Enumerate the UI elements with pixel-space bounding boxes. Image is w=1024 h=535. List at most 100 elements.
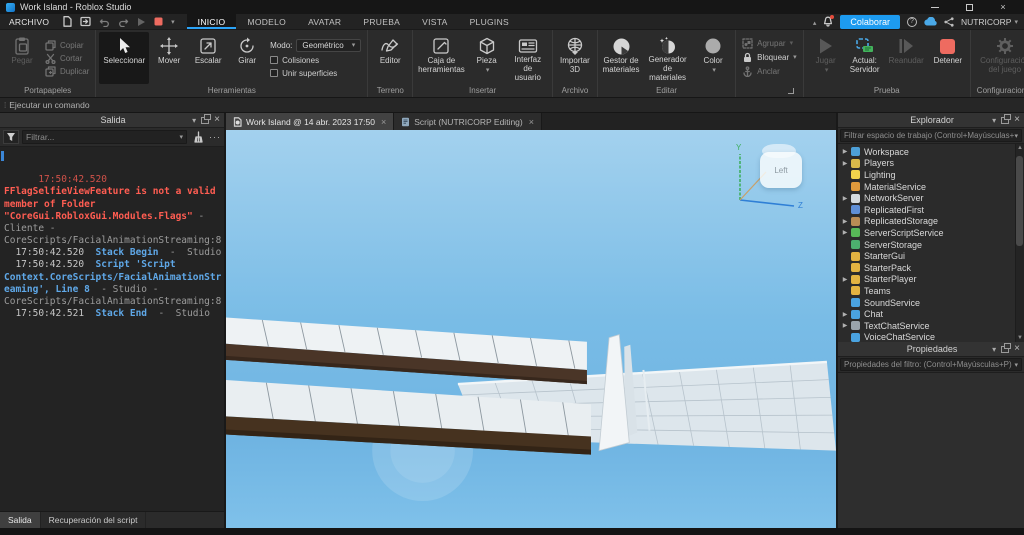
minimize-button[interactable] [918, 0, 952, 14]
collaborate-button[interactable]: Colaborar [840, 14, 900, 29]
quick-stop-button[interactable] [150, 14, 167, 29]
material-generator-button[interactable]: Generador de materiales [642, 32, 693, 84]
properties-filter-field[interactable]: ▾ [840, 358, 1022, 371]
copy-button[interactable]: Copiar [45, 39, 89, 51]
explorer-item[interactable]: SoundService [840, 297, 1014, 309]
explorer-item[interactable]: ReplicatedFirst [840, 204, 1014, 216]
cloud-sync-button[interactable] [924, 17, 937, 26]
quick-access-dropdown[interactable]: ▾ [167, 14, 179, 29]
ribbon-tab[interactable]: MODELO [236, 14, 297, 29]
place-tab[interactable]: Work Island @ 14 abr. 2023 17:50 × [226, 113, 395, 130]
redo-button[interactable] [114, 14, 133, 29]
duplicate-button[interactable]: Duplicar [45, 65, 89, 77]
scroll-up-icon[interactable]: ▲ [1017, 145, 1023, 151]
explorer-item[interactable]: VoiceChatService [840, 332, 1014, 342]
float-panel-icon[interactable] [1001, 342, 1012, 353]
dialog-launcher-icon[interactable] [787, 88, 794, 94]
explorer-item[interactable]: Teams [840, 285, 1014, 297]
explorer-item[interactable]: StarterPack [840, 262, 1014, 274]
cut-button[interactable]: Cortar [45, 53, 89, 64]
current-server-button[interactable]: Actual: Servidor [846, 32, 884, 84]
explorer-item[interactable]: ▶ StarterPlayer [840, 274, 1014, 286]
part-button[interactable]: Pieza ▾ [468, 32, 506, 84]
explorer-item[interactable]: ▶ NetworkServer [840, 192, 1014, 204]
output-menu-button[interactable]: ··· [209, 132, 221, 142]
stop-button[interactable]: Detener [929, 32, 967, 84]
close-icon[interactable]: × [214, 115, 220, 125]
expand-arrow-icon[interactable]: ▶ [840, 148, 850, 155]
expand-arrow-icon[interactable]: ▶ [840, 311, 850, 318]
chevron-down-icon[interactable]: ▾ [992, 345, 996, 354]
ribbon-tab[interactable]: PRUEBA [352, 14, 411, 29]
color-button[interactable]: Color ▾ [694, 32, 732, 84]
join-surfaces-checkbox[interactable]: Unir superficies [270, 69, 361, 78]
explorer-item[interactable]: ▶ Players [840, 158, 1014, 170]
output-filter-input[interactable] [26, 132, 180, 142]
panel-tab[interactable]: Recuperación del script [41, 512, 147, 528]
close-tab-icon[interactable]: × [529, 117, 534, 127]
expand-arrow-icon[interactable]: ▶ [840, 218, 850, 225]
collisions-checkbox[interactable]: Colisiones [270, 56, 361, 65]
open-place-button[interactable] [76, 14, 95, 29]
explorer-item[interactable]: ServerStorage [840, 239, 1014, 251]
share-button[interactable] [944, 16, 954, 27]
scroll-down-icon[interactable]: ▼ [1017, 335, 1023, 341]
expand-arrow-icon[interactable]: ▶ [840, 322, 850, 329]
file-menu[interactable]: ARCHIVO [0, 14, 58, 29]
filter-funnel-button[interactable] [3, 130, 19, 144]
undo-button[interactable] [95, 14, 114, 29]
command-input[interactable] [9, 100, 430, 110]
account-menu[interactable]: NUTRICORP ▾ [961, 17, 1018, 27]
viewport-3d[interactable]: Left Y Z [226, 130, 836, 528]
scale-tool-button[interactable]: Escalar [189, 32, 227, 84]
explorer-item[interactable]: ▶ ServerScriptService [840, 227, 1014, 239]
close-icon[interactable]: × [1014, 344, 1020, 354]
float-panel-icon[interactable] [201, 113, 212, 124]
view-cube-front-face[interactable]: Left [760, 152, 802, 188]
ribbon-tab[interactable]: AVATAR [297, 14, 352, 29]
expand-arrow-icon[interactable]: ▶ [840, 276, 850, 283]
help-button[interactable]: ? [906, 16, 917, 27]
explorer-item[interactable]: ▶ Chat [840, 308, 1014, 320]
material-manager-button[interactable]: Gestor de materiales [601, 32, 641, 84]
explorer-item[interactable]: ▶ TextChatService [840, 320, 1014, 332]
properties-filter-input[interactable] [844, 360, 1015, 369]
mode-dropdown[interactable]: Geométrico ▾ [296, 38, 362, 52]
ribbon-tab[interactable]: VISTA [411, 14, 458, 29]
new-place-button[interactable] [58, 14, 76, 29]
group-objects-button[interactable]: Agrupar ▾ [742, 37, 797, 49]
quick-play-button[interactable] [133, 14, 150, 29]
explorer-item[interactable]: MaterialService [840, 181, 1014, 193]
explorer-filter-field[interactable]: ▾ [840, 129, 1022, 142]
play-button[interactable]: Jugar ▾ [807, 32, 845, 84]
anchor-button[interactable]: Anclar [742, 65, 797, 77]
select-tool-button[interactable]: Seleccionar [99, 32, 150, 84]
close-button[interactable]: × [986, 0, 1020, 14]
resume-button[interactable]: Reanudar [885, 32, 928, 84]
output-filter-field[interactable]: ▾ [22, 130, 187, 144]
expand-arrow-icon[interactable]: ▶ [840, 229, 850, 236]
move-tool-button[interactable]: Mover [150, 32, 188, 84]
chevron-down-icon[interactable]: ▾ [992, 116, 996, 125]
collapse-ribbon-button[interactable]: ▴ [813, 17, 817, 27]
ribbon-tab[interactable]: INICIO [186, 14, 237, 29]
rotate-tool-button[interactable]: Girar [228, 32, 266, 84]
close-tab-icon[interactable]: × [381, 117, 386, 127]
scrollbar-thumb[interactable] [1016, 156, 1023, 246]
panel-tab[interactable]: Salida [0, 512, 41, 528]
notifications-button[interactable] [823, 15, 835, 27]
explorer-item[interactable]: Lighting [840, 169, 1014, 181]
game-settings-button[interactable]: Configuración del juego [974, 32, 1024, 84]
maximize-button[interactable] [952, 0, 986, 14]
toolbox-button[interactable]: Caja de herramientas [416, 32, 466, 84]
chevron-down-icon[interactable]: ▾ [192, 116, 196, 125]
ribbon-tab[interactable]: PLUGINS [459, 14, 520, 29]
view-cube[interactable]: Left Y Z [722, 138, 810, 210]
paste-button[interactable]: Pegar [3, 32, 41, 84]
clear-output-button[interactable] [190, 130, 206, 144]
expand-arrow-icon[interactable]: ▶ [840, 195, 850, 202]
float-panel-icon[interactable] [1001, 113, 1012, 124]
explorer-item[interactable]: ▶ Workspace [840, 146, 1014, 158]
explorer-item[interactable]: StarterGui [840, 250, 1014, 262]
lock-button[interactable]: Bloquear ▾ [742, 52, 797, 63]
